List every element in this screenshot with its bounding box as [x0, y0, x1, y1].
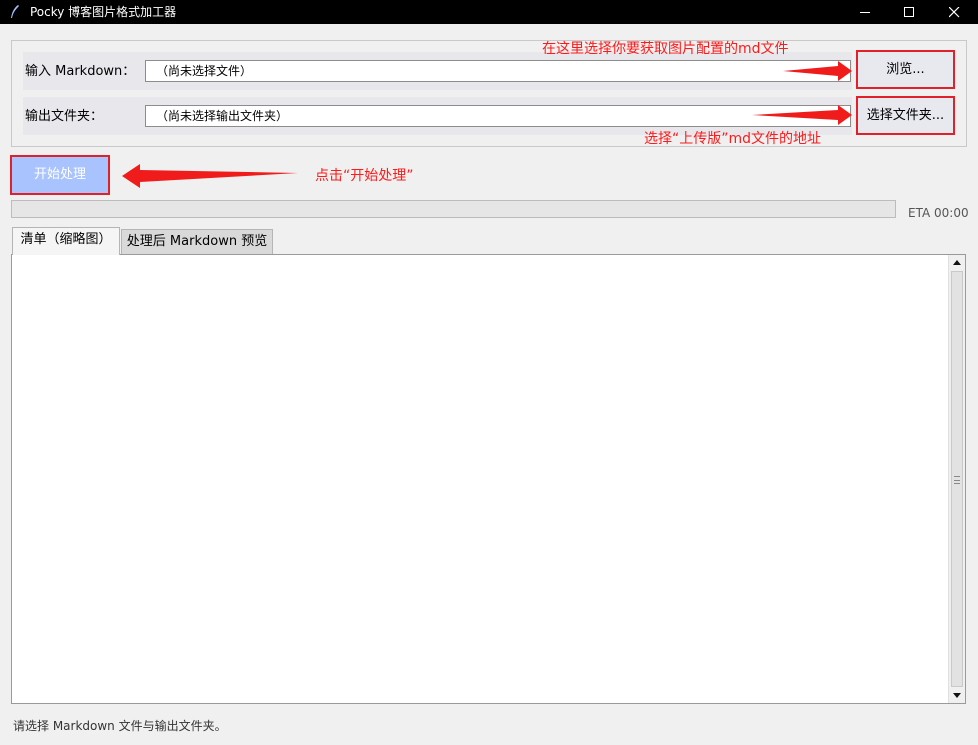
annotation-folder-hint: 选择“上传版”md文件的地址 [644, 131, 822, 147]
tab-content-panel [11, 254, 966, 704]
scroll-up-icon[interactable] [951, 257, 963, 269]
scroll-down-icon[interactable] [951, 689, 963, 701]
arrow-to-start-button [122, 164, 298, 188]
tab-markdown-preview[interactable]: 处理后 Markdown 预览 [121, 229, 273, 254]
scrollbar-thumb[interactable] [951, 271, 963, 687]
arrow-to-browse-button [783, 61, 852, 81]
annotation-start-hint: 点击“开始处理” [315, 168, 414, 184]
vertical-scrollbar[interactable] [948, 255, 965, 703]
grip-icon [954, 476, 960, 484]
progress-bar [11, 200, 896, 218]
annotation-browse-hint: 在这里选择你要获取图片配置的md文件 [542, 41, 789, 57]
arrow-to-select-folder-button [752, 105, 852, 125]
status-text: 请选择 Markdown 文件与输出文件夹。 [13, 719, 227, 733]
eta-label: ETA 00:00 [908, 206, 969, 220]
tab-thumbnail-list[interactable]: 清单（缩略图） [12, 227, 120, 255]
